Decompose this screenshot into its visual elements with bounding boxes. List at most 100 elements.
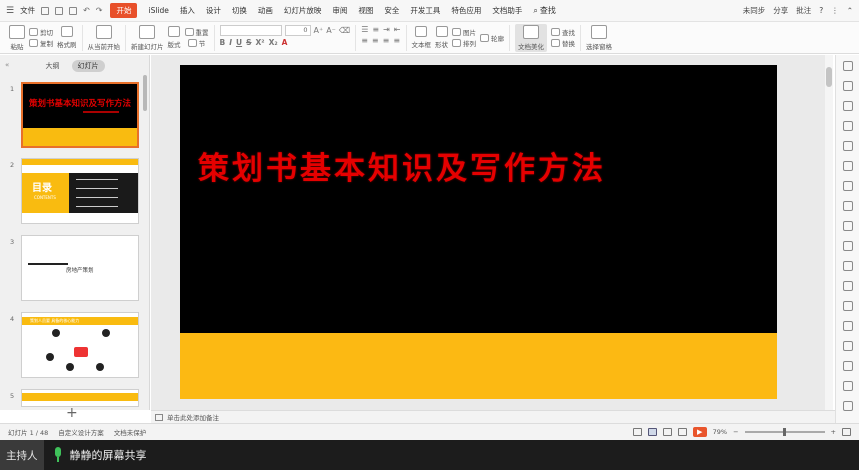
grid-icon[interactable] xyxy=(843,261,853,271)
tab-security[interactable]: 安全 xyxy=(384,5,399,16)
underline-icon[interactable]: U xyxy=(236,38,242,47)
format-painter-button[interactable]: 格式刷 xyxy=(57,26,77,49)
tab-insert[interactable]: 插入 xyxy=(180,5,195,16)
tab-review[interactable]: 审阅 xyxy=(332,5,347,16)
layout-icon[interactable] xyxy=(843,241,853,251)
fit-window-icon[interactable] xyxy=(842,428,851,436)
note-icon[interactable] xyxy=(843,381,853,391)
paste-button[interactable]: 粘贴 xyxy=(9,24,25,51)
normal-view-icon[interactable] xyxy=(647,428,657,436)
slide-title[interactable]: 策划书基本知识及写作方法 xyxy=(198,143,606,188)
undo-icon[interactable]: ↶ xyxy=(83,6,90,15)
more-icon[interactable]: ⋮ xyxy=(831,6,839,15)
help-icon[interactable]: ? xyxy=(819,6,823,15)
audio-icon[interactable] xyxy=(843,301,853,311)
grow-font-icon[interactable]: A⁺ xyxy=(314,26,324,35)
tab-outline[interactable]: 大纲 xyxy=(46,61,60,71)
microphone-icon[interactable] xyxy=(52,447,64,463)
select-pane-button[interactable]: 选择窗格 xyxy=(586,24,612,51)
align-left-icon[interactable]: ≡ xyxy=(361,36,368,45)
property-icon[interactable] xyxy=(843,61,853,71)
arrange-button[interactable]: 排列 xyxy=(452,38,476,48)
select-icon[interactable] xyxy=(843,81,853,91)
find-button[interactable]: 查找 xyxy=(551,27,575,37)
collapse-ribbon-icon[interactable]: ⌃ xyxy=(847,6,853,15)
align-right-icon[interactable]: ≡ xyxy=(383,36,390,45)
comment-button[interactable]: 批注 xyxy=(796,5,811,16)
tab-design[interactable]: 设计 xyxy=(206,5,221,16)
notes-placeholder[interactable]: 单击此处添加备注 xyxy=(167,412,219,422)
panel-scrollbar[interactable] xyxy=(143,75,147,111)
share-button[interactable]: 分享 xyxy=(773,5,788,16)
fill-icon[interactable] xyxy=(843,121,853,131)
zoom-out-icon[interactable]: − xyxy=(733,428,738,436)
tab-islide[interactable]: iSlide xyxy=(148,6,168,15)
zoom-slider[interactable] xyxy=(744,428,825,436)
italic-icon[interactable]: I xyxy=(229,38,232,47)
menu-icon[interactable]: ☰ xyxy=(6,6,14,16)
play-from-current-button[interactable]: 从当前开始 xyxy=(88,24,120,51)
slide-thumb-5[interactable] xyxy=(21,389,139,407)
font-color-icon[interactable]: A xyxy=(282,38,288,47)
tab-animation[interactable]: 动画 xyxy=(258,5,273,16)
doc-beautify-button[interactable]: 文档美化 xyxy=(515,23,547,52)
justify-icon[interactable]: ≡ xyxy=(393,36,400,45)
tab-features[interactable]: 特色应用 xyxy=(451,5,481,16)
reset-button[interactable]: 重置 xyxy=(184,27,209,37)
notes-bar[interactable]: 单击此处添加备注 xyxy=(151,410,835,423)
outdent-icon[interactable]: ⇤ xyxy=(394,25,401,34)
chart-icon[interactable] xyxy=(843,201,853,211)
shape-effect-icon[interactable] xyxy=(843,101,853,111)
superscript-icon[interactable]: X² xyxy=(256,38,265,47)
slide-thumb-2[interactable]: 目录 CONTENTS xyxy=(21,158,139,224)
clear-format-icon[interactable]: ⌫ xyxy=(339,26,350,35)
redo-icon[interactable]: ↷ xyxy=(96,6,103,15)
animation-icon[interactable] xyxy=(843,181,853,191)
shrink-font-icon[interactable]: A⁻ xyxy=(326,26,336,35)
scrollbar-thumb[interactable] xyxy=(826,67,832,87)
notes-toggle-icon[interactable] xyxy=(632,428,642,436)
cut-button[interactable]: 剪切 xyxy=(29,27,53,37)
bullet-list-icon[interactable]: ☰ xyxy=(361,25,368,34)
add-slide-button[interactable]: + xyxy=(66,405,78,421)
bold-icon[interactable]: B xyxy=(220,38,226,47)
sticker-icon[interactable] xyxy=(843,321,853,331)
sorter-view-icon[interactable] xyxy=(662,428,672,436)
preview-icon[interactable] xyxy=(69,6,78,15)
section-button[interactable]: 节 xyxy=(185,38,209,48)
slide-thumb-3[interactable]: 房地产策划 xyxy=(21,235,139,301)
table-icon[interactable] xyxy=(843,141,853,151)
tab-slideshow[interactable]: 幻灯片放映 xyxy=(284,5,322,16)
tab-transition[interactable]: 切换 xyxy=(232,5,247,16)
new-slide-button[interactable]: 新建幻灯片 xyxy=(131,24,164,51)
file-menu[interactable]: 文件 xyxy=(20,5,35,16)
print-icon[interactable] xyxy=(55,6,64,15)
zoom-level[interactable]: 79% xyxy=(713,428,727,436)
sync-status[interactable]: 未同步 xyxy=(743,5,766,16)
slide-thumb-4[interactable]: 策划人员要 具备的核心能力 xyxy=(21,312,139,378)
image-button[interactable]: 图片 xyxy=(452,27,476,37)
theme-name[interactable]: 自定义设计方案 xyxy=(58,427,104,437)
reading-view-icon[interactable] xyxy=(677,428,687,436)
numbered-list-icon[interactable]: ≡ xyxy=(372,25,379,34)
indent-icon[interactable]: ⇥ xyxy=(383,25,390,34)
align-center-icon[interactable]: ≡ xyxy=(372,36,379,45)
template-icon[interactable] xyxy=(843,161,853,171)
shape-button[interactable]: 形状 xyxy=(435,26,448,49)
font-size-select[interactable]: 0 xyxy=(284,24,311,36)
tab-slides[interactable]: 幻灯片 xyxy=(71,60,105,72)
current-slide[interactable]: 策划书基本知识及写作方法 xyxy=(180,65,777,399)
strikethrough-icon[interactable]: S xyxy=(246,38,251,47)
canvas-scrollbar[interactable] xyxy=(825,55,833,410)
slide-thumb-1[interactable]: 策划书基本知识及写作方法 xyxy=(21,82,139,148)
subscript-icon[interactable]: X₂ xyxy=(269,38,278,47)
copy-button[interactable]: 复制 xyxy=(29,38,53,48)
history-icon[interactable] xyxy=(843,341,853,351)
search-box[interactable]: ⌕ 查找 xyxy=(533,5,555,16)
slideshow-play-button[interactable]: ▶ xyxy=(692,427,707,437)
more-tools-icon[interactable] xyxy=(843,401,853,411)
zoom-slider-knob[interactable] xyxy=(782,428,786,436)
font-family-select[interactable] xyxy=(219,24,282,36)
replace-button[interactable]: 替换 xyxy=(551,38,575,48)
picture-icon[interactable] xyxy=(843,281,853,291)
